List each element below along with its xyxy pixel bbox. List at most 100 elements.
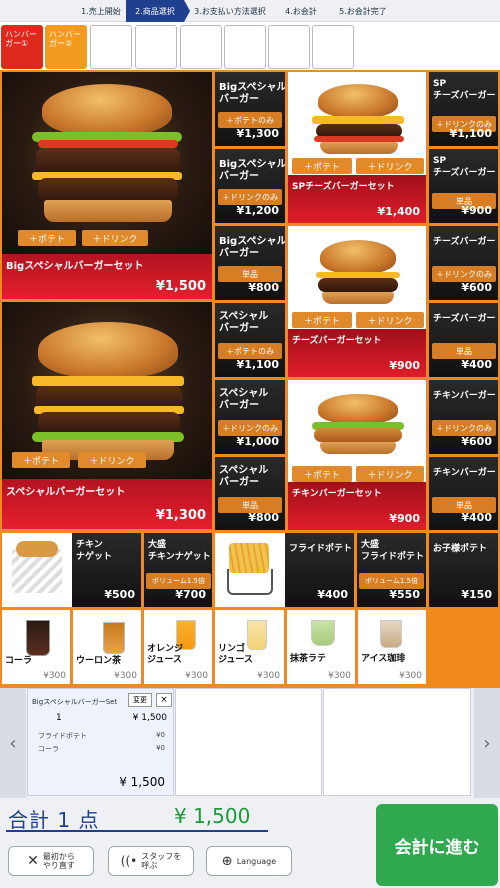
nuggets-image <box>2 533 72 607</box>
item-name: チーズバーガーセット <box>292 336 382 346</box>
menu-item-chicken-single[interactable]: チキンバーガー 単品 ¥400 <box>428 456 499 531</box>
menu-item-orange-juice[interactable]: オレンジ ジュース ¥300 <box>143 609 213 685</box>
menu-item-apple-juice[interactable]: リンゴ ジュース ¥300 <box>214 609 285 685</box>
menu-item-matcha-latte[interactable]: 抹茶ラテ ¥300 <box>286 609 356 685</box>
tab-empty[interactable] <box>224 25 266 69</box>
menu-item-sp-cheese-set[interactable]: ＋ポテト ＋ドリンク SPチーズバーガーセット ¥1,400 <box>287 71 427 224</box>
item-price: ¥1,500 <box>155 279 206 294</box>
item-price: ¥600 <box>461 281 492 294</box>
item-name: チキンバーガー <box>433 391 496 401</box>
menu-item-oolong-tea[interactable]: ウーロン茶 ¥300 <box>72 609 142 685</box>
item-price: ¥550 <box>389 588 420 601</box>
tab-hamburger-2[interactable]: ハンバーガー② <box>45 25 87 69</box>
add-potato-button[interactable]: ＋ポテト <box>12 452 70 468</box>
single-label: 単品 <box>218 266 282 282</box>
menu-item-cheese-single[interactable]: チーズバーガー 単品 ¥400 <box>428 302 499 378</box>
volume-label: ボリューム1.5倍 <box>359 573 424 589</box>
item-name: Bigスペシャル バーガー <box>219 82 286 105</box>
item-price: ¥300 <box>43 671 66 681</box>
item-price: ¥300 <box>257 671 280 681</box>
call-staff-button[interactable]: ((• スタッフを 呼ぶ <box>108 846 194 876</box>
add-drink-button[interactable]: ＋ドリンク <box>356 158 424 174</box>
item-price: ¥700 <box>175 588 206 601</box>
add-drink-button[interactable]: ＋ドリンク <box>356 466 424 482</box>
menu-item-special-set[interactable]: ＋ポテト ＋ドリンク スペシャルバーガーセット ¥1,300 <box>1 301 213 530</box>
menu-item-special-drink[interactable]: スペシャル バーガー ＋ドリンクのみ ¥1,000 <box>214 379 286 455</box>
checkout-button[interactable]: 会計に進む <box>376 804 498 886</box>
item-name: Bigスペシャル バーガー <box>219 236 286 259</box>
cart-panel: ‹ BigスペシャルバーガーSet 変更 × 1 ¥ 1,500 フライドポテト… <box>0 688 500 798</box>
menu-item-cheese-drink[interactable]: チーズバーガー ＋ドリンクのみ ¥600 <box>428 225 499 301</box>
cart-sub-price: ¥0 <box>156 744 165 752</box>
change-button[interactable]: 変更 <box>128 693 152 707</box>
menu-item-large-nuggets[interactable]: 大盛 チキンナゲット ボリューム1.5倍 ¥700 <box>143 532 213 608</box>
add-potato-button[interactable]: ＋ポテト <box>292 312 352 328</box>
cart-slot-empty <box>323 688 471 796</box>
item-price: ¥600 <box>461 435 492 448</box>
item-price: ¥800 <box>248 281 279 294</box>
item-name: オレンジ ジュース <box>147 644 184 665</box>
cart-item[interactable]: BigスペシャルバーガーSet 変更 × 1 ¥ 1,500 フライドポテト ¥… <box>27 688 174 796</box>
menu-item-chicken-set[interactable]: ＋ポテト ＋ドリンク チキンバーガーセット ¥900 <box>287 379 427 531</box>
menu-item-french-fries[interactable]: フライドポテト ¥400 <box>214 532 355 608</box>
menu-item-special-potato[interactable]: スペシャル バーガー ＋ポテトのみ ¥1,100 <box>214 302 286 378</box>
tab-empty[interactable] <box>180 25 222 69</box>
item-name: 大盛 チキンナゲット <box>148 540 211 562</box>
add-potato-button[interactable]: ＋ポテト <box>292 158 352 174</box>
drink-only-label: ＋ドリンクのみ <box>218 420 282 436</box>
menu-item-kids-fries[interactable]: お子様ポテト ¥150 <box>428 532 499 608</box>
potato-only-label: ＋ポテトのみ <box>218 112 282 128</box>
restart-label: 最初から やり直す <box>42 852 75 870</box>
item-name: コーラ <box>5 656 33 666</box>
menu-item-cola[interactable]: コーラ ¥300 <box>1 609 71 685</box>
cart-next-button[interactable]: › <box>474 688 500 798</box>
menu-item-big-special-single[interactable]: Bigスペシャル バーガー 単品 ¥800 <box>214 225 286 301</box>
item-name: チーズバーガー <box>433 237 496 247</box>
menu-item-chicken-drink[interactable]: チキンバーガー ＋ドリンクのみ ¥600 <box>428 379 499 455</box>
drink-only-label: ＋ドリンクのみ <box>432 266 496 282</box>
fries-image <box>215 533 285 607</box>
item-name: 大盛 フライドポテト <box>361 540 425 562</box>
tab-empty[interactable] <box>90 25 132 69</box>
burger-image <box>288 226 426 326</box>
close-icon: × <box>160 695 168 705</box>
add-drink-button[interactable]: ＋ドリンク <box>82 230 148 246</box>
restart-button[interactable]: ✕ 最初から やり直す <box>8 846 94 876</box>
item-price: ¥1,100 <box>449 127 492 140</box>
item-price: ¥1,000 <box>236 435 279 448</box>
add-potato-button[interactable]: ＋ポテト <box>292 466 352 482</box>
menu-item-chicken-nuggets[interactable]: チキン ナゲット ¥500 <box>1 532 142 608</box>
language-label: Language <box>236 856 277 866</box>
add-drink-button[interactable]: ＋ドリンク <box>356 312 424 328</box>
add-drink-button[interactable]: ＋ドリンク <box>78 452 146 468</box>
tab-hamburger-1[interactable]: ハンバーガー① <box>1 25 43 69</box>
cart-line-total: ¥ 1,500 <box>119 775 165 789</box>
menu-item-cheese-set[interactable]: ＋ポテト ＋ドリンク チーズバーガーセット ¥900 <box>287 225 427 378</box>
remove-item-button[interactable]: × <box>156 693 172 707</box>
progress-steps: 1.売上開始 2.商品選択 3.お支払い方法選択 4.お会計 5.お会計完了 <box>0 0 500 22</box>
menu-item-large-fries[interactable]: 大盛 フライドポテト ボリューム1.5倍 ¥550 <box>356 532 427 608</box>
call-icon: ((• <box>120 853 138 868</box>
item-name: Bigスペシャル バーガー <box>219 159 286 182</box>
item-price: ¥300 <box>114 671 137 681</box>
menu-item-big-special-drink[interactable]: Bigスペシャル バーガー ＋ドリンクのみ ¥1,200 <box>214 148 286 224</box>
item-name: SP チーズバーガー <box>433 79 496 101</box>
tab-empty[interactable] <box>135 25 177 69</box>
tab-empty[interactable] <box>268 25 310 69</box>
language-button[interactable]: ⊕ Language <box>206 846 292 876</box>
menu-item-sp-cheese-single[interactable]: SP チーズバーガー 単品 ¥900 <box>428 148 499 224</box>
tab-empty[interactable] <box>312 25 354 69</box>
add-potato-button[interactable]: ＋ポテト <box>18 230 76 246</box>
step-2-active: 2.商品選択 <box>126 0 190 22</box>
chevron-right-icon: › <box>483 732 491 754</box>
menu-item-sp-cheese-drink[interactable]: SP チーズバーガー ＋ドリンクのみ ¥1,100 <box>428 71 499 147</box>
cart-sub-price: ¥0 <box>156 731 165 739</box>
menu-item-special-single[interactable]: スペシャル バーガー 単品 ¥800 <box>214 456 286 531</box>
step-1: 1.売上開始 <box>81 6 121 16</box>
item-name: SPチーズバーガーセット <box>292 182 395 192</box>
menu-item-iced-coffee[interactable]: アイス珈琲 ¥300 <box>357 609 427 685</box>
menu-item-big-special-potato[interactable]: Bigスペシャル バーガー ＋ポテトのみ ¥1,300 <box>214 71 286 147</box>
menu-grid: ＋ポテト ＋ドリンク Bigスペシャルバーガーセット ¥1,500 ＋ポテト ＋… <box>0 70 500 688</box>
menu-item-big-special-set[interactable]: ＋ポテト ＋ドリンク Bigスペシャルバーガーセット ¥1,500 <box>1 71 213 300</box>
cart-prev-button[interactable]: ‹ <box>0 688 26 798</box>
